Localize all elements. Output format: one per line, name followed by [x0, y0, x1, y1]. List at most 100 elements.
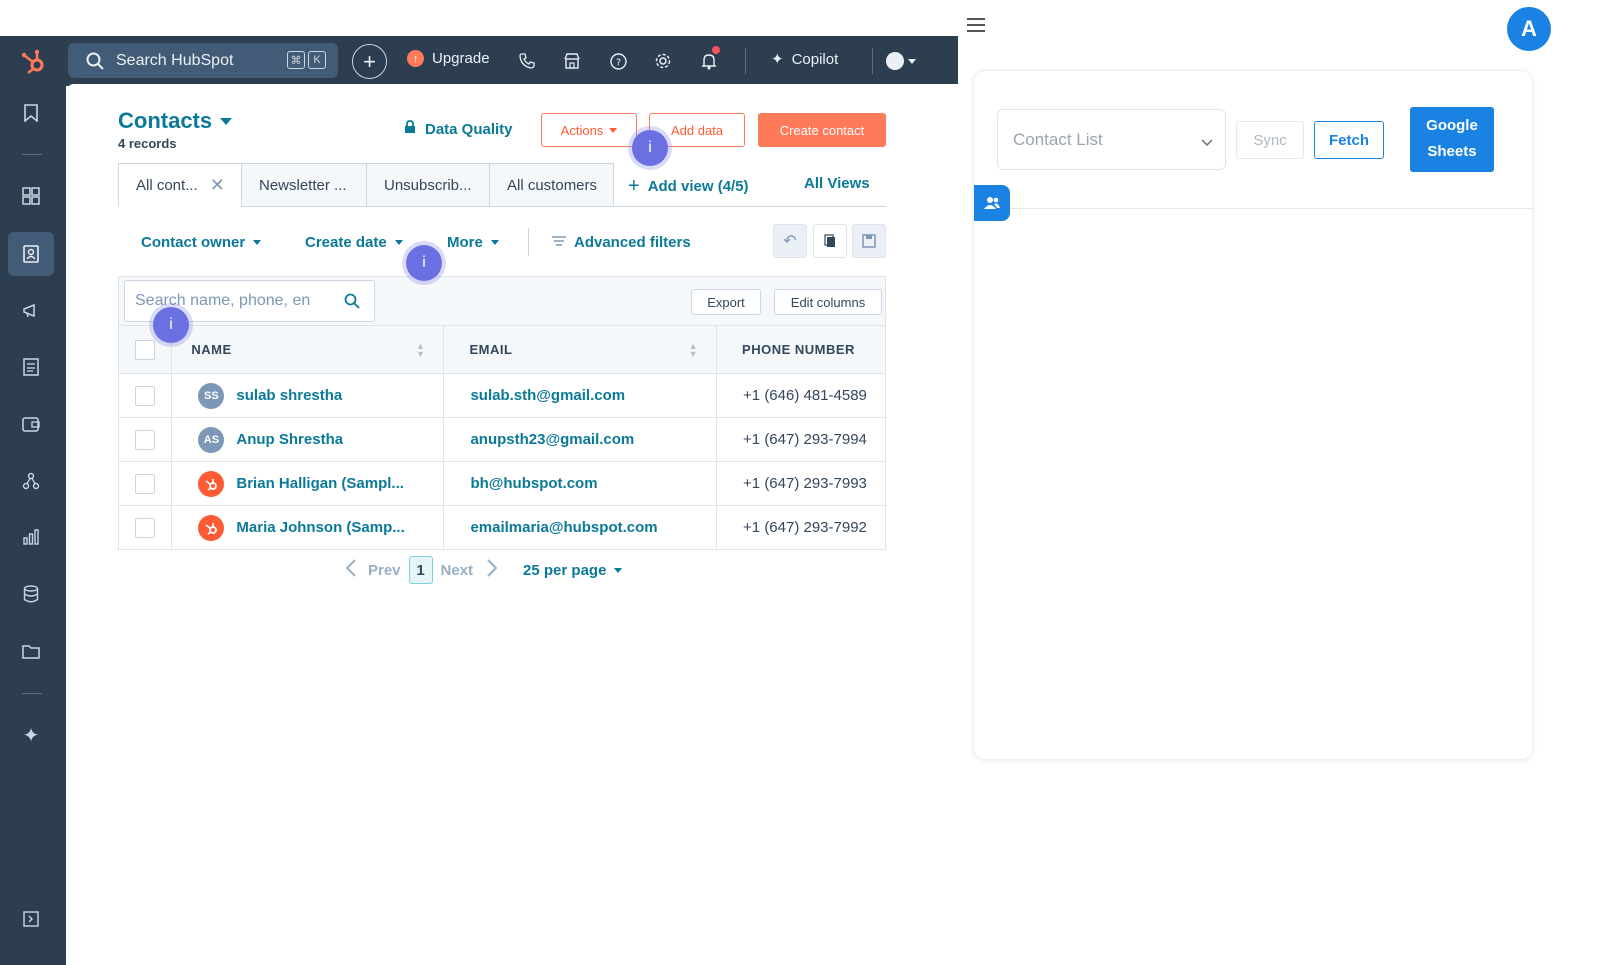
- user-avatar[interactable]: A: [1507, 7, 1551, 51]
- contact-name-link[interactable]: Anup Shrestha: [236, 431, 343, 448]
- chevron-left-icon[interactable]: [345, 559, 356, 581]
- name-cell: Maria Johnson (Samp...: [171, 505, 445, 549]
- tab-label: All customers: [507, 176, 598, 194]
- copilot-label: Copilot: [791, 50, 839, 68]
- actions-label: Actions: [560, 122, 604, 138]
- avatar: AS: [198, 426, 225, 453]
- sales-wallet-icon[interactable]: [18, 411, 44, 437]
- phone-icon[interactable]: [516, 50, 538, 72]
- content-icon[interactable]: [18, 354, 44, 380]
- row-checkbox[interactable]: [135, 517, 155, 538]
- all-views-link[interactable]: All Views: [804, 175, 870, 192]
- per-page-label: 25 per page: [523, 561, 607, 579]
- save-view-icon[interactable]: [852, 224, 886, 258]
- service-network-icon[interactable]: [18, 468, 44, 494]
- pagination: Prev 1 Next 25 per page: [345, 555, 623, 585]
- row-checkbox[interactable]: [135, 429, 155, 450]
- library-folder-icon[interactable]: [18, 638, 44, 664]
- data-quality-link[interactable]: Data Quality: [404, 120, 513, 138]
- filter-create-date[interactable]: Create date: [305, 234, 403, 251]
- filter-contact-owner[interactable]: Contact owner: [141, 234, 262, 251]
- column-header-label: EMAIL: [469, 342, 513, 357]
- select-all-checkbox[interactable]: [135, 339, 155, 360]
- per-page-select[interactable]: 25 per page: [523, 561, 623, 579]
- column-header-phone[interactable]: PHONE NUMBER: [716, 325, 885, 374]
- ai-sparkle-icon[interactable]: ✦: [18, 722, 44, 748]
- notification-badge: [710, 44, 722, 56]
- marketing-megaphone-icon[interactable]: [18, 298, 44, 324]
- hubspot-logo-icon[interactable]: [18, 47, 48, 77]
- sync-button[interactable]: Sync: [1236, 121, 1304, 159]
- page-title-text: Contacts: [118, 108, 213, 133]
- tab-all-contacts[interactable]: All cont... ✕: [118, 163, 242, 207]
- google-sheets-button[interactable]: Google Sheets: [1410, 107, 1494, 172]
- global-search[interactable]: Search HubSpot ⌘ K: [68, 43, 338, 78]
- add-view-button[interactable]: + Add view (4/5): [628, 175, 749, 198]
- edit-columns-button[interactable]: Edit columns: [774, 289, 882, 315]
- email-link[interactable]: sulab.sth@gmail.com: [443, 373, 718, 418]
- expand-sidebar-icon[interactable]: [18, 906, 44, 932]
- page-title[interactable]: Contacts: [118, 108, 233, 134]
- tab-label: Newsletter ...: [259, 176, 347, 194]
- copy-icon[interactable]: [813, 224, 847, 258]
- current-page[interactable]: 1: [408, 556, 433, 584]
- contact-name-link[interactable]: Brian Halligan (Sampl...: [236, 475, 404, 492]
- left-sidebar: ✦: [0, 86, 66, 965]
- phone-cell: +1 (647) 293-7993: [716, 461, 885, 506]
- contacts-icon[interactable]: [18, 241, 44, 267]
- record-count: 4 records: [118, 136, 177, 151]
- email-link[interactable]: anupsth23@gmail.com: [443, 417, 718, 462]
- next-page-link[interactable]: Next: [441, 562, 474, 579]
- info-hotspot-icon[interactable]: i: [632, 130, 668, 166]
- tab-newsletter[interactable]: Newsletter ...: [241, 163, 367, 207]
- contacts-people-icon[interactable]: [974, 185, 1010, 221]
- tab-all-customers[interactable]: All customers: [489, 163, 614, 207]
- sort-icon[interactable]: ▲ ▼: [416, 342, 425, 359]
- copilot-button[interactable]: ✦ Copilot: [771, 50, 839, 69]
- actions-button[interactable]: Actions: [541, 113, 637, 147]
- settings-gear-icon[interactable]: [652, 50, 674, 72]
- row-checkbox[interactable]: [135, 473, 155, 494]
- bookmark-icon[interactable]: [18, 100, 44, 126]
- contact-list-select[interactable]: Contact List: [997, 109, 1226, 170]
- tab-unsubscribed[interactable]: Unsubscrib...: [366, 163, 490, 207]
- email-link[interactable]: emailmaria@hubspot.com: [443, 505, 718, 549]
- name-cell: SS sulab shrestha: [171, 373, 445, 418]
- undo-icon[interactable]: ↶: [773, 224, 807, 258]
- sidebar-divider: [22, 154, 42, 155]
- sort-icon[interactable]: ▲ ▼: [689, 342, 698, 359]
- create-contact-button[interactable]: Create contact: [758, 113, 886, 147]
- account-menu[interactable]: [886, 52, 916, 70]
- filter-more[interactable]: More: [447, 234, 499, 251]
- info-hotspot-icon[interactable]: i: [406, 245, 442, 281]
- column-header-email[interactable]: EMAIL ▲ ▼: [443, 325, 718, 374]
- menu-icon[interactable]: [967, 18, 985, 34]
- contact-name-link[interactable]: sulab shrestha: [236, 387, 342, 404]
- filter-lines-icon: [552, 234, 566, 251]
- dashboard-grid-icon[interactable]: [18, 183, 44, 209]
- prev-page-link[interactable]: Prev: [368, 562, 401, 579]
- row-checkbox[interactable]: [135, 385, 155, 406]
- advanced-filters-button[interactable]: Advanced filters: [552, 234, 691, 251]
- reports-chart-icon[interactable]: [18, 524, 44, 550]
- plus-icon: +: [628, 175, 640, 197]
- contact-name-link[interactable]: Maria Johnson (Samp...: [236, 519, 404, 536]
- lock-icon: [404, 120, 416, 138]
- notifications-bell-icon[interactable]: [698, 44, 722, 72]
- upgrade-button[interactable]: ↑ Upgrade: [407, 50, 490, 67]
- avatar: SS: [198, 382, 225, 409]
- help-icon[interactable]: ?: [607, 50, 629, 72]
- export-button[interactable]: Export: [691, 289, 761, 315]
- marketplace-icon[interactable]: [561, 50, 583, 72]
- data-management-database-icon[interactable]: [18, 581, 44, 607]
- fetch-button[interactable]: Fetch: [1314, 121, 1384, 159]
- column-header-name[interactable]: NAME ▲ ▼: [171, 325, 445, 374]
- close-icon[interactable]: ✕: [210, 175, 225, 196]
- phone-cell: +1 (646) 481-4589: [716, 373, 885, 418]
- chevron-right-icon[interactable]: [487, 559, 498, 581]
- name-cell: Brian Halligan (Sampl...: [171, 461, 445, 506]
- info-hotspot-icon[interactable]: i: [153, 307, 189, 343]
- email-link[interactable]: bh@hubspot.com: [443, 461, 718, 506]
- create-plus-button[interactable]: +: [352, 44, 387, 79]
- google-sheets-label: Sheets: [1427, 143, 1477, 160]
